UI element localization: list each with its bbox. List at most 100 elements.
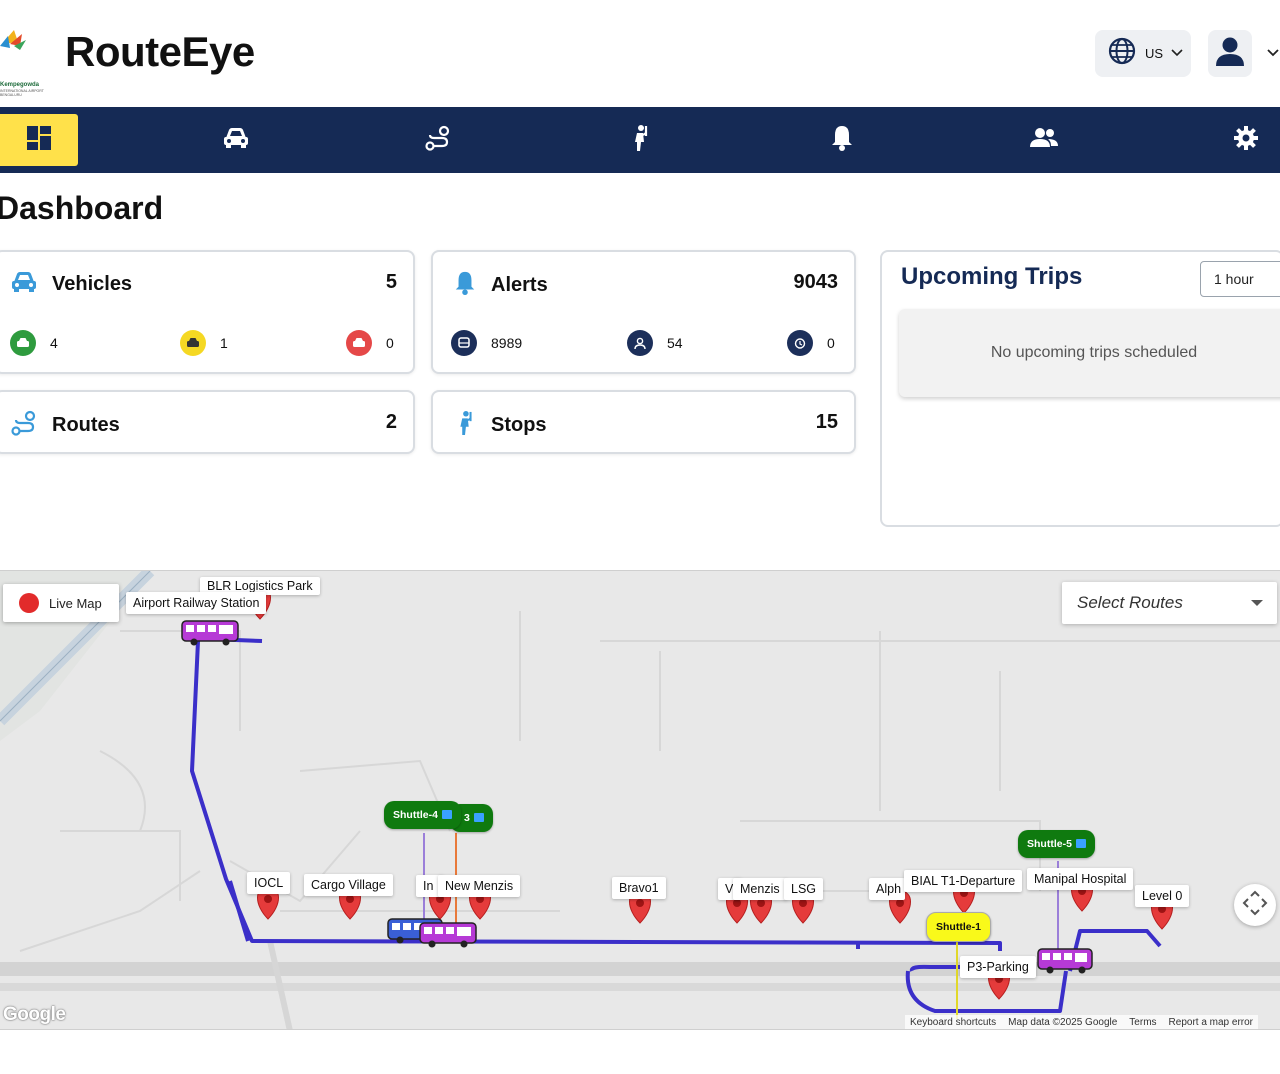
alerts-card[interactable]: Alerts 9043 8989 54 0 [431,250,856,374]
car-icon [222,126,250,155]
no-trips-message: No upcoming trips scheduled [899,309,1280,397]
nav-vehicles[interactable] [210,107,262,173]
expand-arrows-icon [1242,890,1268,921]
stop-person-icon [627,124,653,157]
shuttle-tag-4[interactable]: Shuttle-4 [384,801,461,829]
shuttle-name: Shuttle-4 [393,809,438,821]
stops-label: Stops [491,414,547,436]
person-alert-icon [627,330,653,356]
nav-routes[interactable] [412,107,464,173]
main-nav [0,107,1280,173]
route-select-placeholder: Select Routes [1077,593,1183,612]
stat-value: 1 [220,335,228,351]
map-canvas[interactable] [0,571,1280,1030]
stop-label-menzis[interactable]: Menzis [733,878,787,900]
map-attribution: Keyboard shortcuts Map data ©2025 Google… [905,1015,1259,1029]
stop-label-airport-railway[interactable]: Airport Railway Station [126,592,267,614]
airport-logo: Kempegowda INTERNATIONAL AIRPORT BENGALU… [0,26,54,97]
live-map[interactable]: Live Map Select Routes BLR Logistics Par… [0,570,1280,1030]
live-map-toggle[interactable]: Live Map [3,584,119,622]
stops-count: 15 [815,411,838,433]
clock-alert-icon [787,330,813,356]
vehicles-idle-stat: 1 [180,330,228,356]
car-icon [180,330,206,356]
direction-arrow-icon [1075,839,1086,848]
logo-subtext: INTERNATIONAL AIRPORT BENGALURU [0,89,44,97]
user-avatar-icon [1213,34,1247,73]
alerts-vehicle-stat: 8989 [451,330,522,356]
app-header: Kempegowda INTERNATIONAL AIRPORT BENGALU… [0,0,1280,107]
route-select-dropdown[interactable]: Select Routes [1062,582,1277,624]
stop-label-bravo1[interactable]: Bravo1 [612,877,666,899]
report-error-link[interactable]: Report a map error [1169,1017,1253,1029]
shuttle-tag-1[interactable]: Shuttle-1 [926,912,991,942]
car-icon [10,270,38,299]
stat-value: 0 [827,335,835,351]
stat-value: 54 [667,335,683,351]
app-title: RouteEye [65,28,255,75]
nav-alerts[interactable] [816,107,868,173]
stop-label-lsg[interactable]: LSG [784,878,824,900]
stat-value: 0 [386,335,394,351]
gear-icon [1233,125,1259,156]
dashboard-icon [25,124,53,157]
live-map-label: Live Map [49,595,102,611]
shuttle-name: Shuttle-1 [936,921,981,933]
car-icon [346,330,372,356]
globe-icon [1107,36,1137,71]
stop-label-manipal[interactable]: Manipal Hospital [1027,868,1134,890]
route-icon [424,124,452,157]
language-selector[interactable]: US [1095,30,1191,77]
shuttle-name: Shuttle-5 [1027,838,1072,850]
chevron-down-icon [1171,45,1183,63]
stop-label-new-menzis[interactable]: New Menzis [438,875,521,897]
user-menu-button[interactable] [1208,30,1252,77]
chevron-down-icon[interactable] [1266,46,1280,64]
google-logo: Google [3,1004,66,1025]
vehicles-active-stat: 4 [10,330,58,356]
language-label: US [1145,46,1164,61]
stop-label-p3-parking[interactable]: P3-Parking [960,956,1036,978]
shuttle-name: 3 [464,812,470,824]
routes-label: Routes [52,414,120,436]
stop-label-iocl[interactable]: IOCL [247,872,291,894]
keyboard-shortcuts-link[interactable]: Keyboard shortcuts [910,1017,996,1029]
stop-label-alpha[interactable]: Alph [869,878,905,900]
vehicles-card[interactable]: Vehicles 5 4 1 0 [0,250,415,374]
page-title: Dashboard [0,190,164,226]
vehicles-label: Vehicles [52,273,133,295]
nav-settings[interactable] [1220,107,1272,173]
alerts-label: Alerts [491,274,548,296]
nav-dashboard[interactable] [0,114,78,166]
map-fullscreen-button[interactable] [1234,884,1276,926]
nav-stops[interactable] [614,107,666,173]
direction-arrow-icon [473,813,484,822]
car-icon [10,330,36,356]
routes-count: 2 [385,411,397,433]
routes-card[interactable]: Routes 2 [0,390,415,454]
users-icon [1029,125,1059,156]
shuttle-tag-5[interactable]: Shuttle-5 [1018,830,1095,858]
stat-value: 8989 [491,335,523,351]
trip-period-select[interactable]: 1 hour [1200,261,1280,297]
logo-text: Kempegowda [0,82,40,88]
stop-label-level0[interactable]: Level 0 [1135,885,1190,907]
caret-down-icon [1251,600,1263,606]
alerts-count: 9043 [793,271,839,293]
nav-users[interactable] [1018,107,1070,173]
bell-icon [829,124,855,157]
direction-arrow-icon [441,810,452,819]
alerts-clock-stat: 0 [787,330,835,356]
stops-card[interactable]: Stops 15 [431,390,856,454]
vehicles-count: 5 [385,271,397,293]
upcoming-trips-title: Upcoming Trips [901,263,1083,290]
alerts-person-stat: 54 [627,330,683,356]
terms-link[interactable]: Terms [1129,1017,1156,1029]
upcoming-trips-card: Upcoming Trips 1 hour No upcoming trips … [880,250,1280,527]
stop-person-icon [453,409,477,442]
map-data-text: Map data ©2025 Google [1008,1017,1118,1028]
stop-label-bial-t1[interactable]: BIAL T1-Departure [904,870,1023,892]
stop-label-cargo-village[interactable]: Cargo Village [304,874,393,896]
bus-alert-icon [451,330,477,356]
live-indicator-icon [19,593,39,613]
